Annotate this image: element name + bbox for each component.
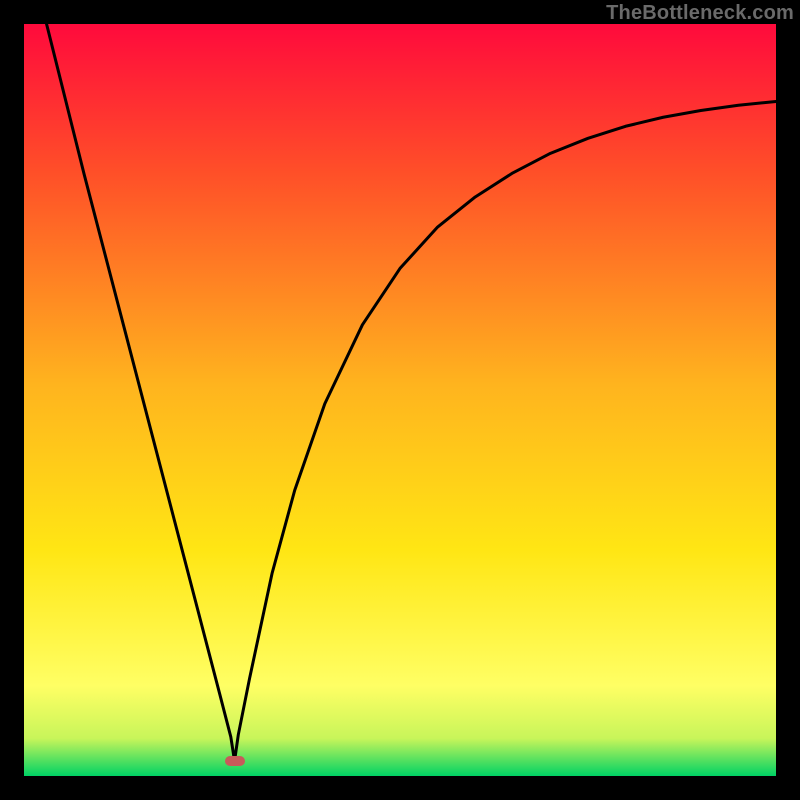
bottleneck-curve xyxy=(47,24,776,761)
chart-frame: TheBottleneck.com xyxy=(0,0,800,800)
watermark-text: TheBottleneck.com xyxy=(606,2,794,25)
minimum-marker xyxy=(225,756,245,766)
plot-area xyxy=(24,24,776,776)
bottleneck-curve-svg xyxy=(24,24,776,776)
